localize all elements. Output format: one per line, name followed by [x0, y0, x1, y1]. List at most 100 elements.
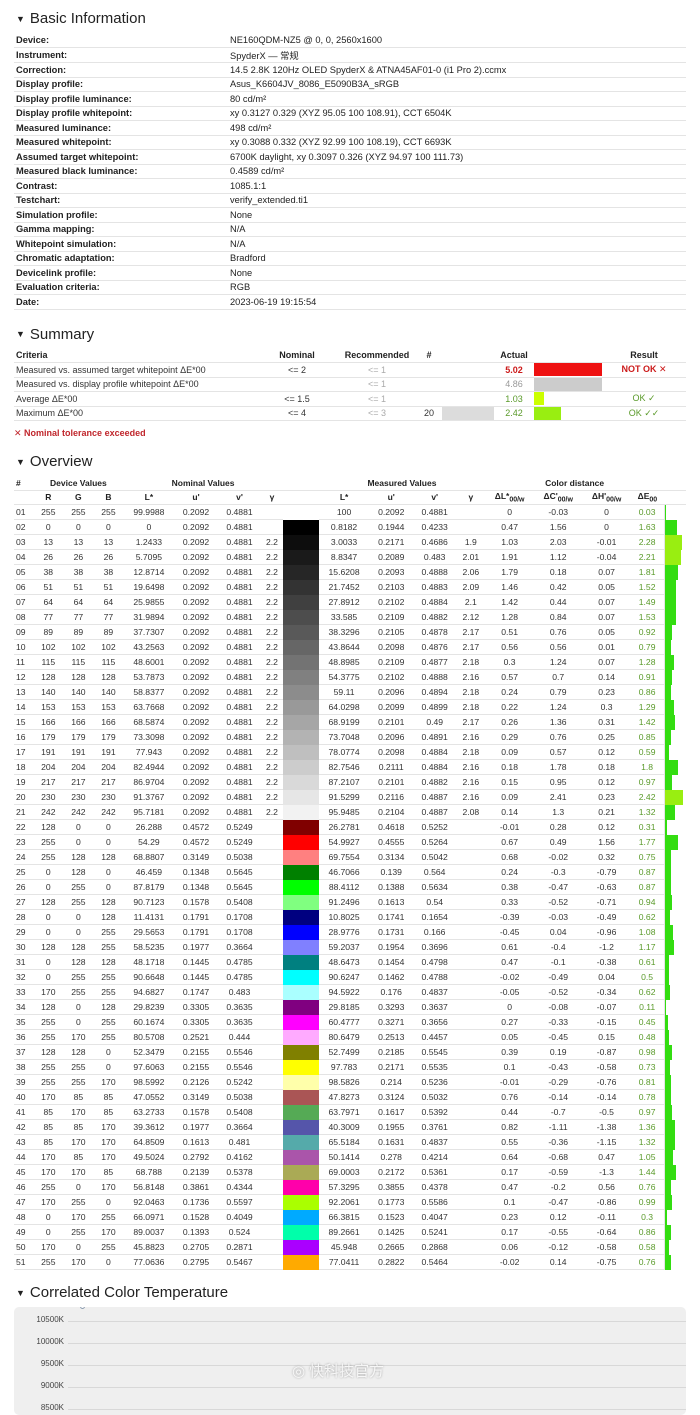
- overview-row: 33 170 255 255 94.6827 0.1747 0.483 94.5922 0.17…: [14, 984, 686, 1000]
- measured-gamma: 2.18: [456, 699, 486, 715]
- cct-section: ▼ Correlated Color Temperature 10500K 1000…: [14, 1270, 686, 1415]
- nominal-l: 95.7181: [123, 804, 175, 820]
- overview-row: 07 64 64 64 25.9855 0.2092 0.4881 2.2 27.8912 0.2…: [14, 594, 686, 610]
- nominal-u: 0.2092: [174, 564, 218, 580]
- overview-row: 34 128 0 128 29.8239 0.3305 0.3635 29.8185 0.329…: [14, 999, 686, 1015]
- device-g: 77: [63, 609, 94, 625]
- nominal-gamma: [261, 1074, 283, 1090]
- nominal-u: 0.2092: [174, 759, 218, 775]
- delta-e: 1.44: [630, 1164, 664, 1180]
- nominal-v: 0.1708: [217, 924, 262, 940]
- device-b: 0: [93, 1044, 124, 1060]
- info-label: Simulation profile:: [14, 207, 228, 223]
- device-g: 255: [63, 969, 94, 985]
- nominal: [261, 377, 332, 392]
- device-b: 255: [93, 1014, 124, 1030]
- nominal-u: 0.2092: [174, 669, 218, 685]
- actual-bar: [534, 392, 545, 406]
- patch-num: 13: [14, 684, 34, 700]
- nominal-l: 63.7668: [123, 699, 175, 715]
- measured-u: 0.3271: [369, 1014, 413, 1030]
- delta-e-bar: [664, 894, 672, 910]
- device-g: 191: [63, 744, 94, 760]
- actual-bar: [534, 377, 602, 391]
- measured-u: 0.4555: [369, 834, 413, 850]
- device-b: 102: [93, 639, 124, 655]
- delta-l: 1.91: [485, 549, 535, 565]
- device-b: 89: [93, 624, 124, 640]
- measured-u: 0.1955: [369, 1119, 413, 1135]
- measured-v: 0.4884: [412, 594, 457, 610]
- delta-l: 0: [485, 504, 535, 520]
- measured-v: 0.4899: [412, 699, 457, 715]
- color-swatch: [282, 714, 319, 730]
- nominal-u: 0.2092: [174, 714, 218, 730]
- nominal-gamma: [261, 1014, 283, 1030]
- overview-row: 35 255 0 255 60.1674 0.3305 0.3635 60.4777 0.327…: [14, 1014, 686, 1030]
- color-swatch: [282, 954, 319, 970]
- nominal-u: 0.2092: [174, 519, 218, 535]
- info-value: xy 0.3088 0.332 (XYZ 92.99 100 108.19), …: [228, 135, 686, 150]
- measured-v: 0.4788: [412, 969, 457, 985]
- delta-h: -0.63: [582, 879, 631, 895]
- measured-v: 0.5392: [412, 1104, 457, 1120]
- measured-gamma: [456, 924, 486, 940]
- group-nominal-values: Nominal Values: [123, 476, 283, 491]
- nominal-l: 25.9855: [123, 594, 175, 610]
- measured-l: 50.1414: [318, 1149, 370, 1165]
- nominal-gamma: 2.2: [261, 759, 283, 775]
- device-g: 38: [63, 564, 94, 580]
- section-toggle-cct[interactable]: ▼ Correlated Color Temperature: [14, 1270, 686, 1305]
- patch-num: 09: [14, 624, 34, 640]
- nominal-u: 0.1348: [174, 864, 218, 880]
- delta-h: 0: [582, 519, 631, 535]
- color-swatch: [282, 1014, 319, 1030]
- basic-info-row: Gamma mapping: N/A: [14, 222, 686, 237]
- delta-e-bar: [664, 1164, 676, 1180]
- patch-num: 05: [14, 564, 34, 580]
- device-r: 26: [33, 549, 64, 565]
- device-b: 255: [93, 504, 124, 520]
- delta-l: 0.82: [485, 1119, 535, 1135]
- device-g: 170: [63, 1029, 94, 1045]
- info-value: None: [228, 207, 686, 223]
- section-toggle-basic[interactable]: ▼ Basic Information: [14, 0, 686, 33]
- device-b: 166: [93, 714, 124, 730]
- overview-row: 06 51 51 51 19.6498 0.2092 0.4881 2.2 21.7452 0.2…: [14, 579, 686, 595]
- delta-c: 0.57: [534, 744, 583, 760]
- nominal-gamma: 2.2: [261, 564, 283, 580]
- info-value: xy 0.3127 0.329 (XYZ 95.05 100 108.91), …: [228, 106, 686, 121]
- measured-u: 0.2105: [369, 624, 413, 640]
- nominal-gamma: [261, 864, 283, 880]
- delta-c: -0.3: [534, 864, 583, 880]
- delta-e: 0.76: [630, 1179, 664, 1195]
- result: OK ✓: [602, 391, 686, 407]
- measured-v: 0.4881: [412, 504, 457, 520]
- delta-c: 0.12: [534, 1209, 583, 1225]
- delta-l: 0.64: [485, 1149, 535, 1165]
- info-value: 14.5 2.8K 120Hz OLED SpyderX & ATNA45AF0…: [228, 62, 686, 78]
- device-b: 51: [93, 579, 124, 595]
- patch-num: 11: [14, 654, 34, 670]
- basic-info-row: Devicelink profile: None: [14, 265, 686, 281]
- delta-e: 1.32: [630, 804, 664, 820]
- color-swatch: [282, 1074, 319, 1090]
- delta-l: 1.03: [485, 534, 535, 550]
- section-toggle-overview[interactable]: ▼ Overview: [14, 443, 686, 476]
- measured-l: 60.4777: [318, 1014, 370, 1030]
- delta-l: 0: [485, 999, 535, 1015]
- delta-c: -0.47: [534, 879, 583, 895]
- delta-h: 0.32: [582, 849, 631, 865]
- measured-l: 59.2037: [318, 939, 370, 955]
- measured-gamma: [456, 909, 486, 925]
- section-toggle-summary[interactable]: ▼ Summary: [14, 310, 686, 349]
- measured-v: 0.5361: [412, 1164, 457, 1180]
- device-r: 102: [33, 639, 64, 655]
- measured-l: 48.8985: [318, 654, 370, 670]
- device-r: 170: [33, 1149, 64, 1165]
- device-r: 255: [33, 1074, 64, 1090]
- device-g: 153: [63, 699, 94, 715]
- overview-row: 36 255 170 255 80.5708 0.2521 0.444 80.6479 0.25…: [14, 1029, 686, 1045]
- result: [602, 377, 686, 392]
- delta-l: 0.55: [485, 1134, 535, 1150]
